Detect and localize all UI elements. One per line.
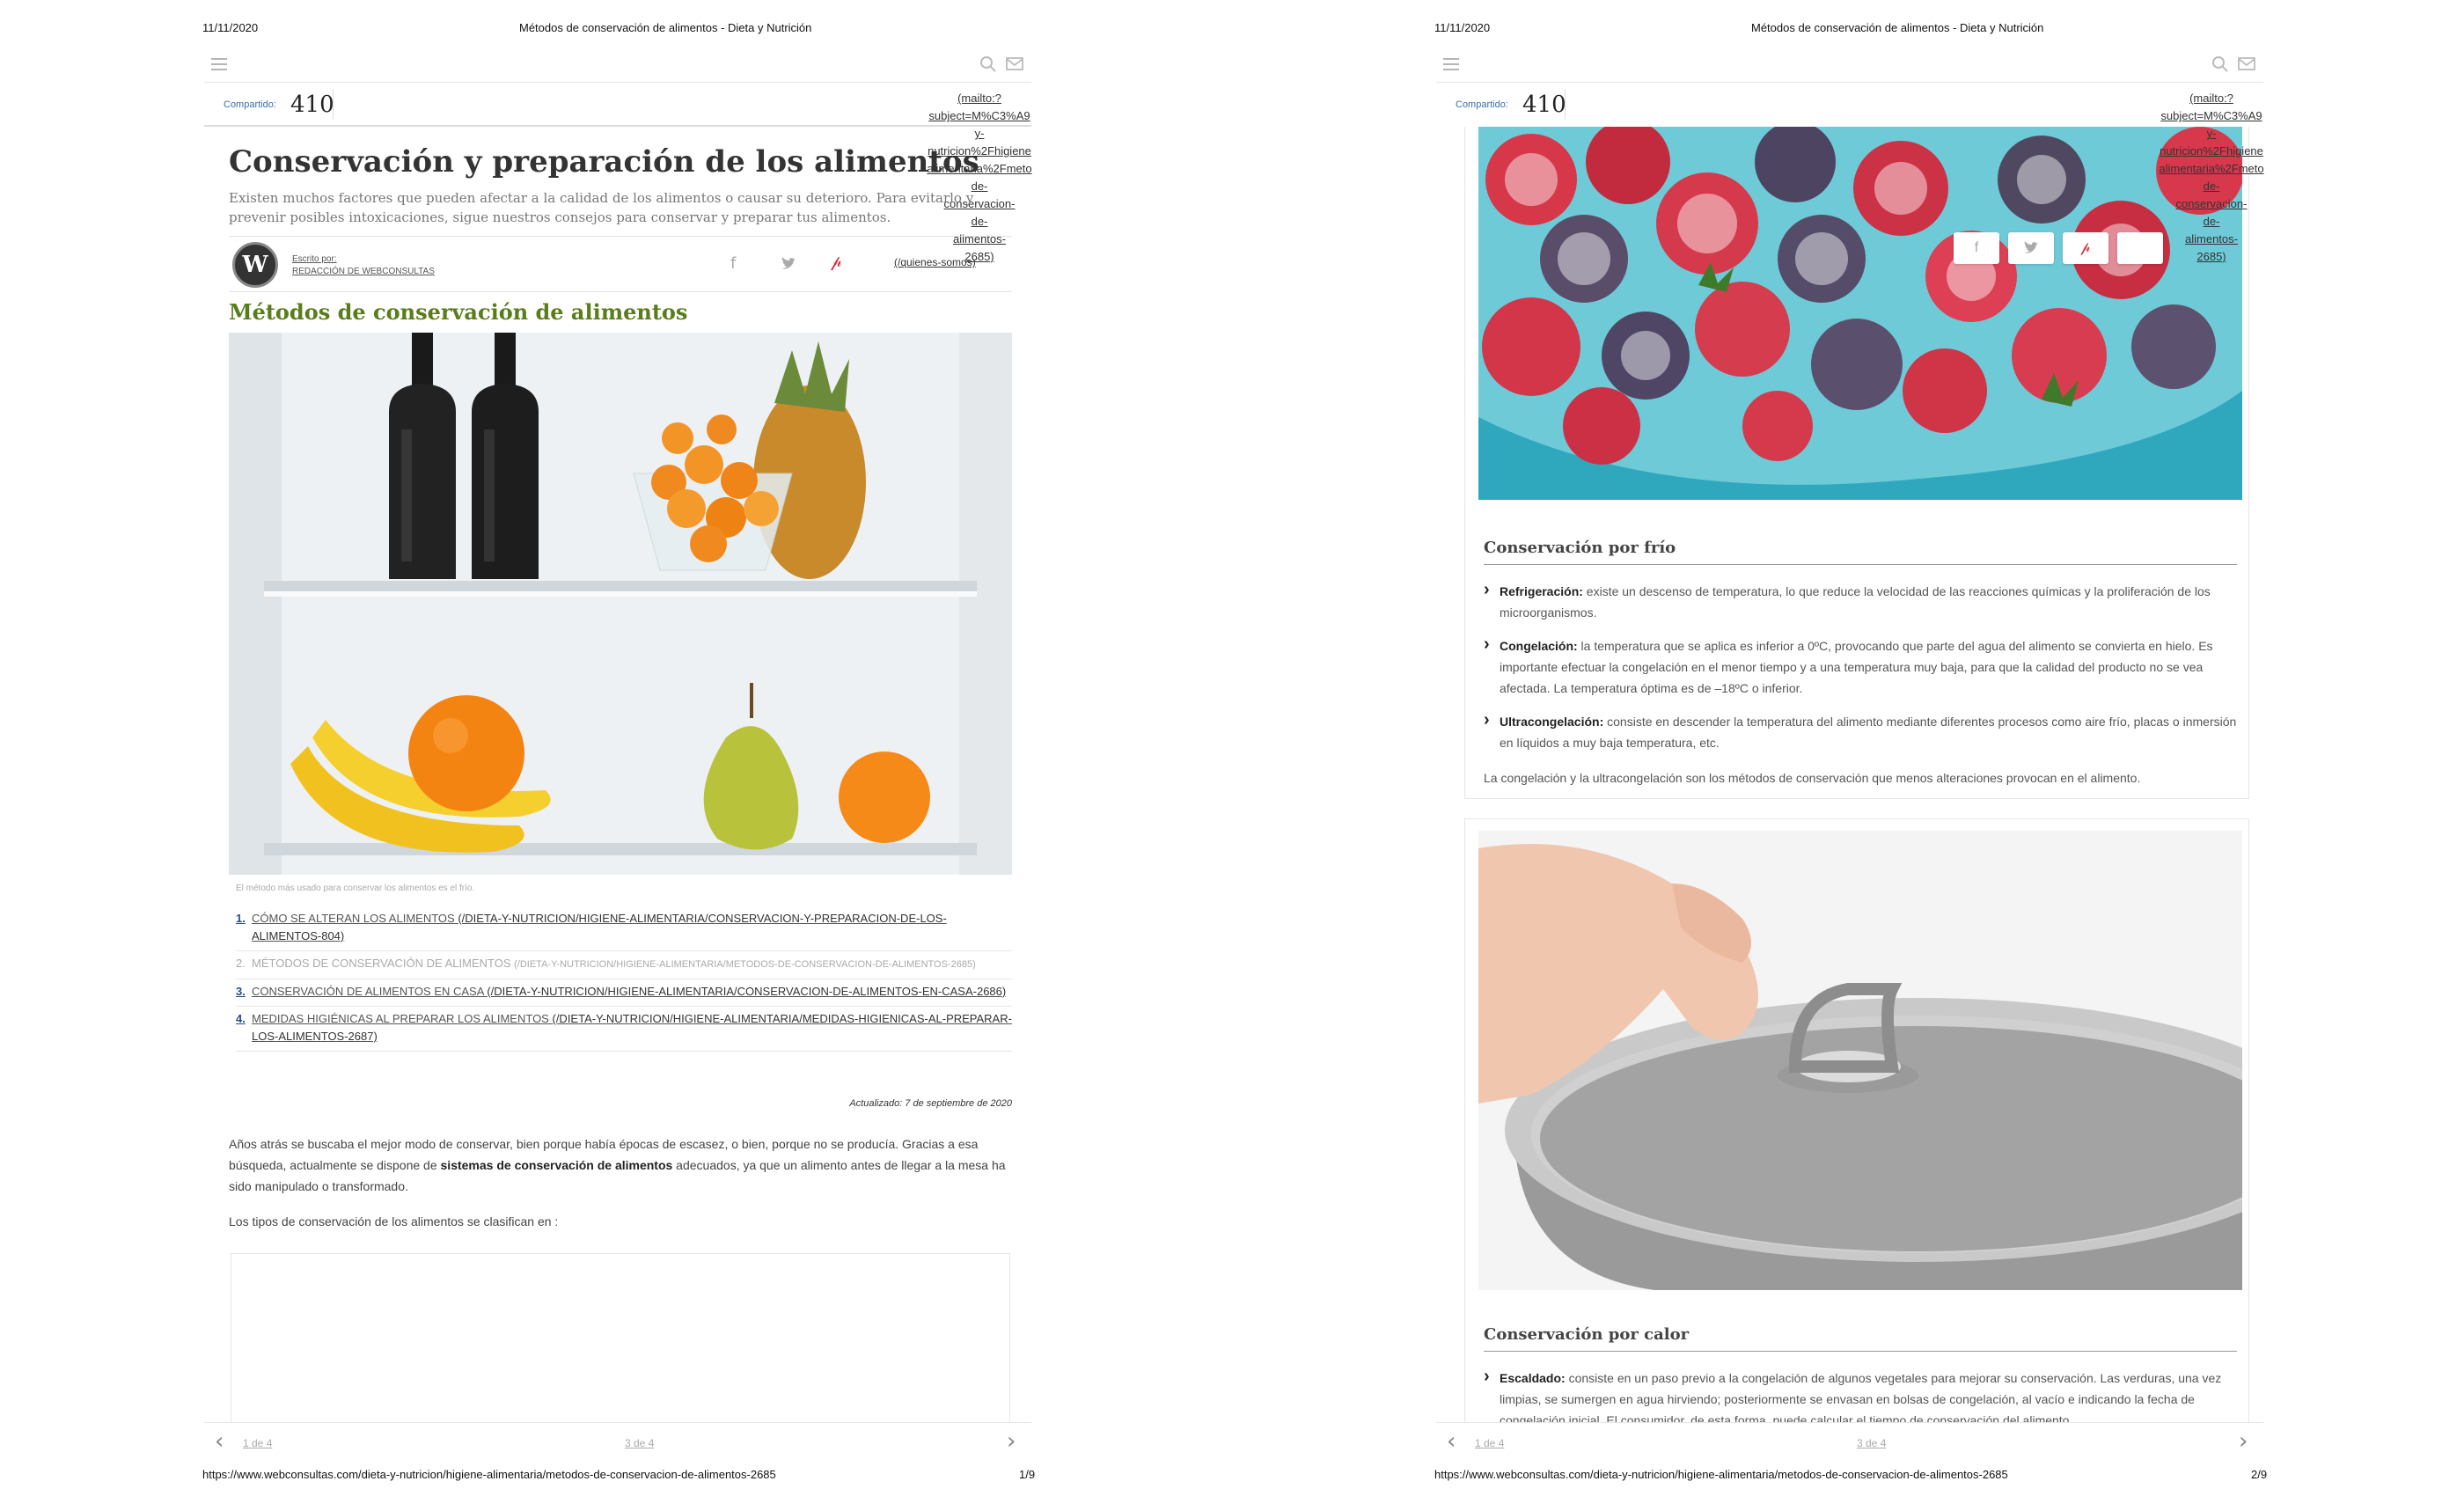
- pagination-bar: ‹ 1 de 4 3 de 4 ›: [204, 1422, 1031, 1461]
- chevron-right-icon[interactable]: ›: [1007, 1428, 1016, 1455]
- print-date: 11/11/2020: [202, 21, 259, 34]
- top-navbar: [1436, 48, 2263, 83]
- toc-item-1[interactable]: 1. CÓMO SE ALTERAN LOS ALIMENTOS (/DIETA…: [236, 906, 1012, 951]
- toc-text[interactable]: CONSERVACIÓN DE ALIMENTOS EN CASA: [252, 985, 484, 998]
- print-page-number: 1/9: [1019, 1468, 1036, 1481]
- intro-paragraph: Años atrás se buscaba el mejor modo de c…: [229, 1137, 1006, 1193]
- cold-heading: Conservación por frío: [1484, 539, 2237, 565]
- heat-heading: Conservación por calor: [1484, 1325, 2237, 1352]
- toc-number: 4.: [236, 1012, 246, 1025]
- facebook-icon[interactable]: f: [1954, 232, 1999, 264]
- top-navbar: [204, 48, 1031, 83]
- mail-icon[interactable]: [2237, 56, 2256, 72]
- print-url: https://www.webconsultas.com/dieta-y-nut…: [202, 1468, 776, 1481]
- author-row: W Escrito por: REDACCIÓN DE WEBCONSULTAS…: [229, 236, 1012, 292]
- print-url: https://www.webconsultas.com/dieta-y-nut…: [1434, 1468, 2008, 1481]
- share-divider: [1565, 90, 1566, 120]
- webconsultas-logo[interactable]: W: [232, 242, 278, 288]
- menu-icon[interactable]: [211, 58, 227, 70]
- updated-date: Actualizado: 7 de septiembre de 2020: [849, 1098, 1012, 1109]
- cold-item-refrigeracion: Refrigeración: existe un descenso de tem…: [1484, 579, 2237, 623]
- facebook-icon[interactable]: f: [730, 254, 736, 273]
- prev-page-label[interactable]: 1 de 4: [1475, 1437, 1504, 1449]
- toc-number: 3.: [236, 985, 246, 998]
- share-bar: Compartido: 410: [1436, 84, 2263, 127]
- toc-number: 1.: [236, 912, 246, 925]
- article-subtitle: Existen muchos factores que pueden afect…: [229, 190, 974, 225]
- cooking-pot-photo: [1478, 831, 2242, 1290]
- cold-item-ultracongelacion: Ultracongelación: consiste en descender …: [1484, 709, 2237, 753]
- embedded-content-box: [231, 1253, 1010, 1429]
- toc-text[interactable]: CÓMO SE ALTERAN LOS ALIMENTOS: [252, 912, 455, 925]
- chevron-right-icon[interactable]: ›: [2239, 1428, 2248, 1455]
- cold-item-congelacion: Congelación: la temperatura que se aplic…: [1484, 634, 2237, 699]
- quienes-somos-link[interactable]: (/quienes-somos): [894, 256, 976, 268]
- toc-number: 2.: [236, 957, 246, 970]
- types-paragraph: Los tipos de conservación de los aliment…: [229, 1214, 559, 1228]
- search-icon[interactable]: [979, 55, 998, 74]
- toc-text[interactable]: MEDIDAS HIGIÉNICAS AL PREPARAR LOS ALIME…: [252, 1012, 549, 1025]
- print-date: 11/11/2020: [1434, 21, 1491, 34]
- pagination-bar: ‹ 1 de 4 3 de 4 ›: [1436, 1422, 2263, 1461]
- toc-item-2: 2. MÉTODOS DE CONSERVACIÓN DE ALIMENTOS …: [236, 951, 1012, 979]
- print-title: Métodos de conservación de alimentos - D…: [519, 21, 812, 34]
- frozen-berries-photo: [1478, 127, 2242, 500]
- share-label: Compartido:: [224, 99, 276, 110]
- mail-icon[interactable]: [1005, 56, 1024, 72]
- author-name[interactable]: REDACCIÓN DE WEBCONSULTAS: [292, 267, 435, 276]
- image-caption: El método más usado para conservar los a…: [236, 884, 475, 893]
- current-page-label[interactable]: 3 de 4: [625, 1437, 654, 1449]
- author-label[interactable]: Escrito por:: [292, 254, 337, 264]
- share-count: 410: [1522, 92, 1566, 118]
- share-label: Compartido:: [1456, 99, 1508, 110]
- chevron-left-icon[interactable]: ‹: [215, 1428, 224, 1455]
- twitter-icon[interactable]: [2008, 232, 2054, 264]
- bold-phrase: sistemas de conservación de alimentos: [440, 1158, 673, 1172]
- section-title: Métodos de conservación de alimentos: [229, 299, 688, 325]
- share-bar: Compartido: 410: [204, 84, 1031, 127]
- toc-item-3[interactable]: 3. CONSERVACIÓN DE ALIMENTOS EN CASA (/D…: [236, 979, 1012, 1007]
- pinterest-icon[interactable]: 𝓅: [2063, 232, 2108, 264]
- heat-item-escaldado: Escaldado: consiste en un paso previo a …: [1484, 1368, 2237, 1422]
- pinterest-icon[interactable]: 𝓅: [831, 253, 842, 271]
- toc-item-4[interactable]: 4. MEDIDAS HIGIÉNICAS AL PREPARAR LOS AL…: [236, 1007, 1012, 1052]
- toc-text: MÉTODOS DE CONSERVACIÓN DE ALIMENTOS: [252, 957, 511, 970]
- twitter-icon[interactable]: [780, 256, 797, 272]
- chevron-left-icon[interactable]: ‹: [1447, 1428, 1456, 1455]
- share-count: 410: [290, 92, 334, 118]
- print-title: Métodos de conservación de alimentos - D…: [1751, 21, 2044, 34]
- article-title: Conservación y preparación de los alimen…: [229, 144, 979, 180]
- share-divider: [333, 90, 334, 120]
- table-of-contents: 1. CÓMO SE ALTERAN LOS ALIMENTOS (/DIETA…: [236, 906, 1012, 1052]
- menu-icon[interactable]: [1443, 58, 1459, 70]
- fridge-photo: [229, 333, 1012, 875]
- toc-link: (/DIETA-Y-NUTRICION/HIGIENE-ALIMENTARIA/…: [514, 959, 976, 970]
- mailto-link[interactable]: (mailto:? subject=M%C3%A9 y-nutricion%2Fhi…: [2145, 90, 2277, 266]
- cold-note: La congelación y la ultracongelación son…: [1484, 771, 2141, 785]
- search-icon[interactable]: [2211, 55, 2230, 74]
- prev-page-label[interactable]: 1 de 4: [243, 1437, 272, 1449]
- toc-link[interactable]: (/DIETA-Y-NUTRICION/HIGIENE-ALIMENTARIA/…: [487, 985, 1006, 998]
- current-page-label[interactable]: 3 de 4: [1857, 1437, 1886, 1449]
- print-page-number: 2/9: [2251, 1468, 2268, 1481]
